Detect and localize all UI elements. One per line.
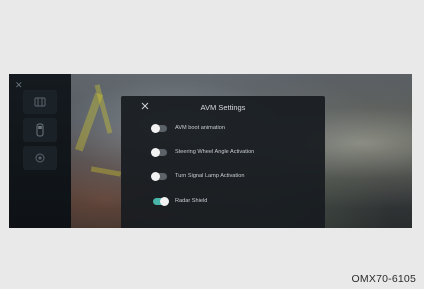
figure-caption: OMX70-6105 bbox=[351, 273, 416, 285]
option-label: Radar Shield bbox=[175, 198, 208, 204]
camera-settings-icon bbox=[35, 153, 45, 163]
turn-signal-lamp-toggle[interactable] bbox=[151, 171, 167, 181]
option-label: Turn Signal Lamp Activation bbox=[175, 173, 245, 179]
option-avm-boot-animation: AVM boot animation bbox=[151, 122, 225, 134]
car-view-icon bbox=[36, 123, 44, 137]
option-label: AVM boot animation bbox=[175, 125, 225, 131]
avm-settings-dialog: AVM Settings AVM boot animation Steering… bbox=[121, 96, 325, 228]
avm-boot-animation-toggle[interactable] bbox=[151, 123, 167, 133]
option-turn-signal-lamp: Turn Signal Lamp Activation bbox=[151, 170, 245, 182]
option-radar-shield: Radar Shield bbox=[153, 195, 207, 207]
sidebar: ✕ bbox=[9, 74, 71, 228]
dialog-title: AVM Settings bbox=[200, 103, 246, 112]
radar-shield-toggle[interactable] bbox=[153, 196, 169, 206]
avm-screen: ✕ AVM Settings AVM boot animation Steeri… bbox=[9, 74, 412, 228]
close-icon[interactable]: ✕ bbox=[15, 80, 23, 91]
option-label: Steering Wheel Angle Activation bbox=[175, 149, 255, 155]
steering-wheel-angle-toggle[interactable] bbox=[151, 147, 167, 157]
camera-settings-button[interactable] bbox=[23, 146, 57, 170]
car-view-button[interactable] bbox=[23, 118, 57, 142]
parking-icon bbox=[34, 97, 46, 107]
option-steering-wheel-angle: Steering Wheel Angle Activation bbox=[151, 146, 255, 158]
parking-view-button[interactable] bbox=[23, 90, 57, 114]
